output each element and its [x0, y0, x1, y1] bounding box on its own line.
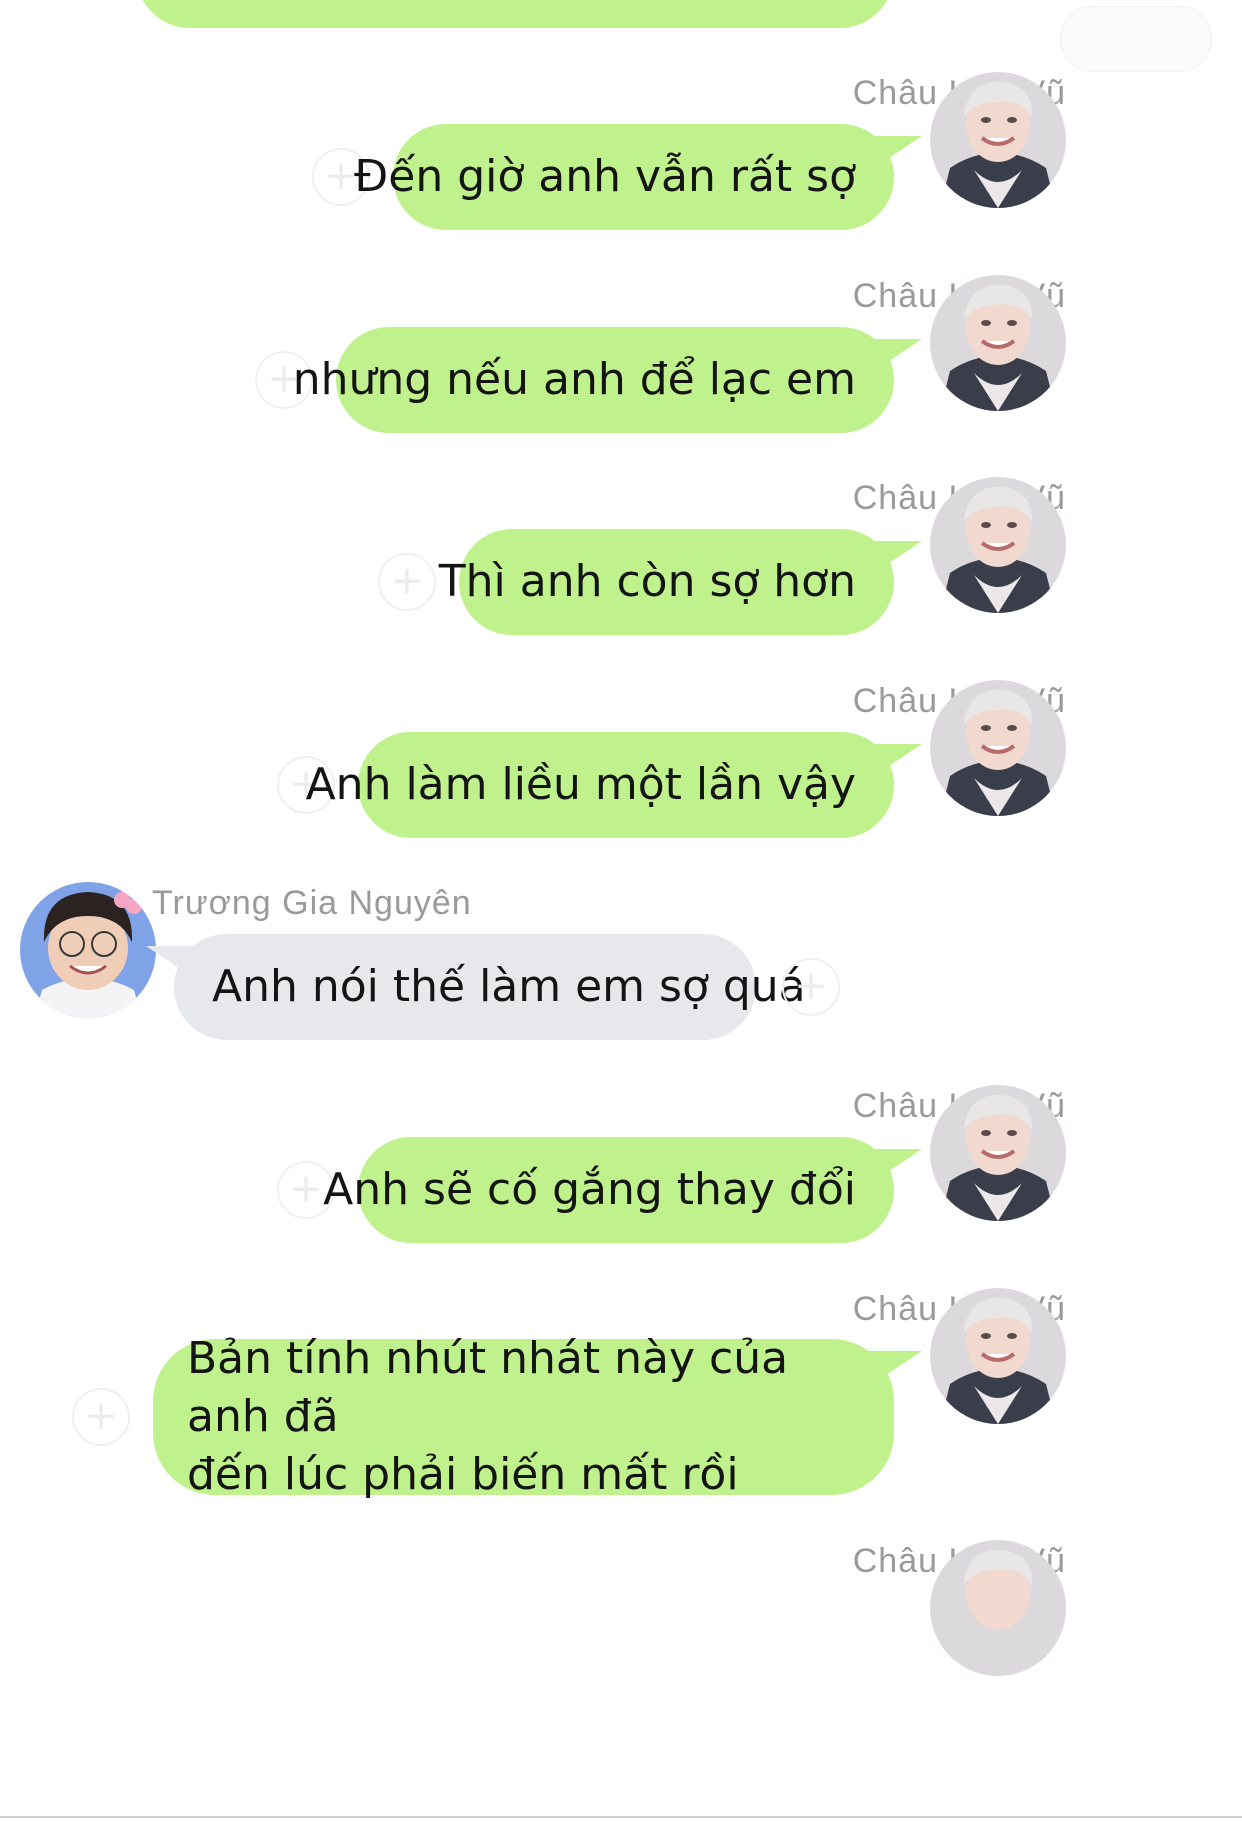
message-bubble[interactable]: Anh làm liều một lần vậy — [306, 732, 894, 838]
message-text-line: Bản tính nhút nhát này của anh đã — [187, 1333, 789, 1442]
sender-name: Trương Gia Nguyên — [152, 884, 472, 922]
message-text-line: đến lúc phải biến mất rồi — [187, 1449, 739, 1500]
avatar-truong-gia-nguyen[interactable] — [20, 882, 156, 1018]
avatar-me-image — [930, 680, 1066, 816]
message-bubble[interactable]: Thì anh còn sợ hơn — [439, 529, 894, 635]
avatar-chau-kha-vu[interactable] — [930, 477, 1066, 613]
avatar-chau-kha-vu[interactable] — [930, 1540, 1066, 1676]
message-text: Anh sẽ cố gắng thay đổi — [323, 1164, 856, 1215]
avatar-chau-kha-vu[interactable] — [930, 1085, 1066, 1221]
avatar-me-image — [930, 1288, 1066, 1424]
message-bubble[interactable]: nhưng nếu anh để lạc em — [293, 327, 894, 433]
message-text: Đến giờ anh vẫn rất sợ — [354, 151, 856, 202]
message-text: Bản tính nhút nhát này của anh đã đến lú… — [187, 1330, 856, 1504]
avatar-chau-kha-vu[interactable] — [930, 1288, 1066, 1424]
message-text: nhưng nếu anh để lạc em — [292, 354, 856, 405]
avatar-me-image — [930, 477, 1066, 613]
message-bubble[interactable]: Anh sẽ cố gắng thay đổi — [323, 1137, 894, 1243]
message-text: Anh nói thế làm em sợ quá — [212, 961, 806, 1012]
message-bubble[interactable]: Anh nói thế làm em sợ quá — [174, 934, 806, 1040]
add-reaction-icon[interactable]: + — [782, 958, 840, 1016]
floating-pill — [1060, 6, 1212, 72]
avatar-me-image — [930, 1540, 1066, 1676]
message-text: Thì anh còn sợ hơn — [438, 556, 856, 607]
chat-thread: Châu Kha Vũ + Đến giờ anh vẫn rất sợ Châ… — [0, 0, 1242, 1821]
add-reaction-icon[interactable]: + — [72, 1388, 130, 1446]
add-reaction-icon[interactable]: + — [378, 553, 436, 611]
avatar-me-image — [930, 72, 1066, 208]
message-bubble-partial[interactable] — [136, 0, 894, 28]
divider — [0, 1816, 1242, 1818]
avatar-chau-kha-vu[interactable] — [930, 680, 1066, 816]
message-bubble[interactable]: Đến giờ anh vẫn rất sợ — [354, 124, 894, 230]
avatar-me-image — [930, 275, 1066, 411]
avatar-other-image — [20, 882, 156, 1018]
avatar-me-image — [930, 1085, 1066, 1221]
avatar-chau-kha-vu[interactable] — [930, 72, 1066, 208]
message-bubble[interactable]: Bản tính nhút nhát này của anh đã đến lú… — [153, 1333, 894, 1500]
avatar-chau-kha-vu[interactable] — [930, 275, 1066, 411]
message-text: Anh làm liều một lần vậy — [305, 759, 856, 810]
